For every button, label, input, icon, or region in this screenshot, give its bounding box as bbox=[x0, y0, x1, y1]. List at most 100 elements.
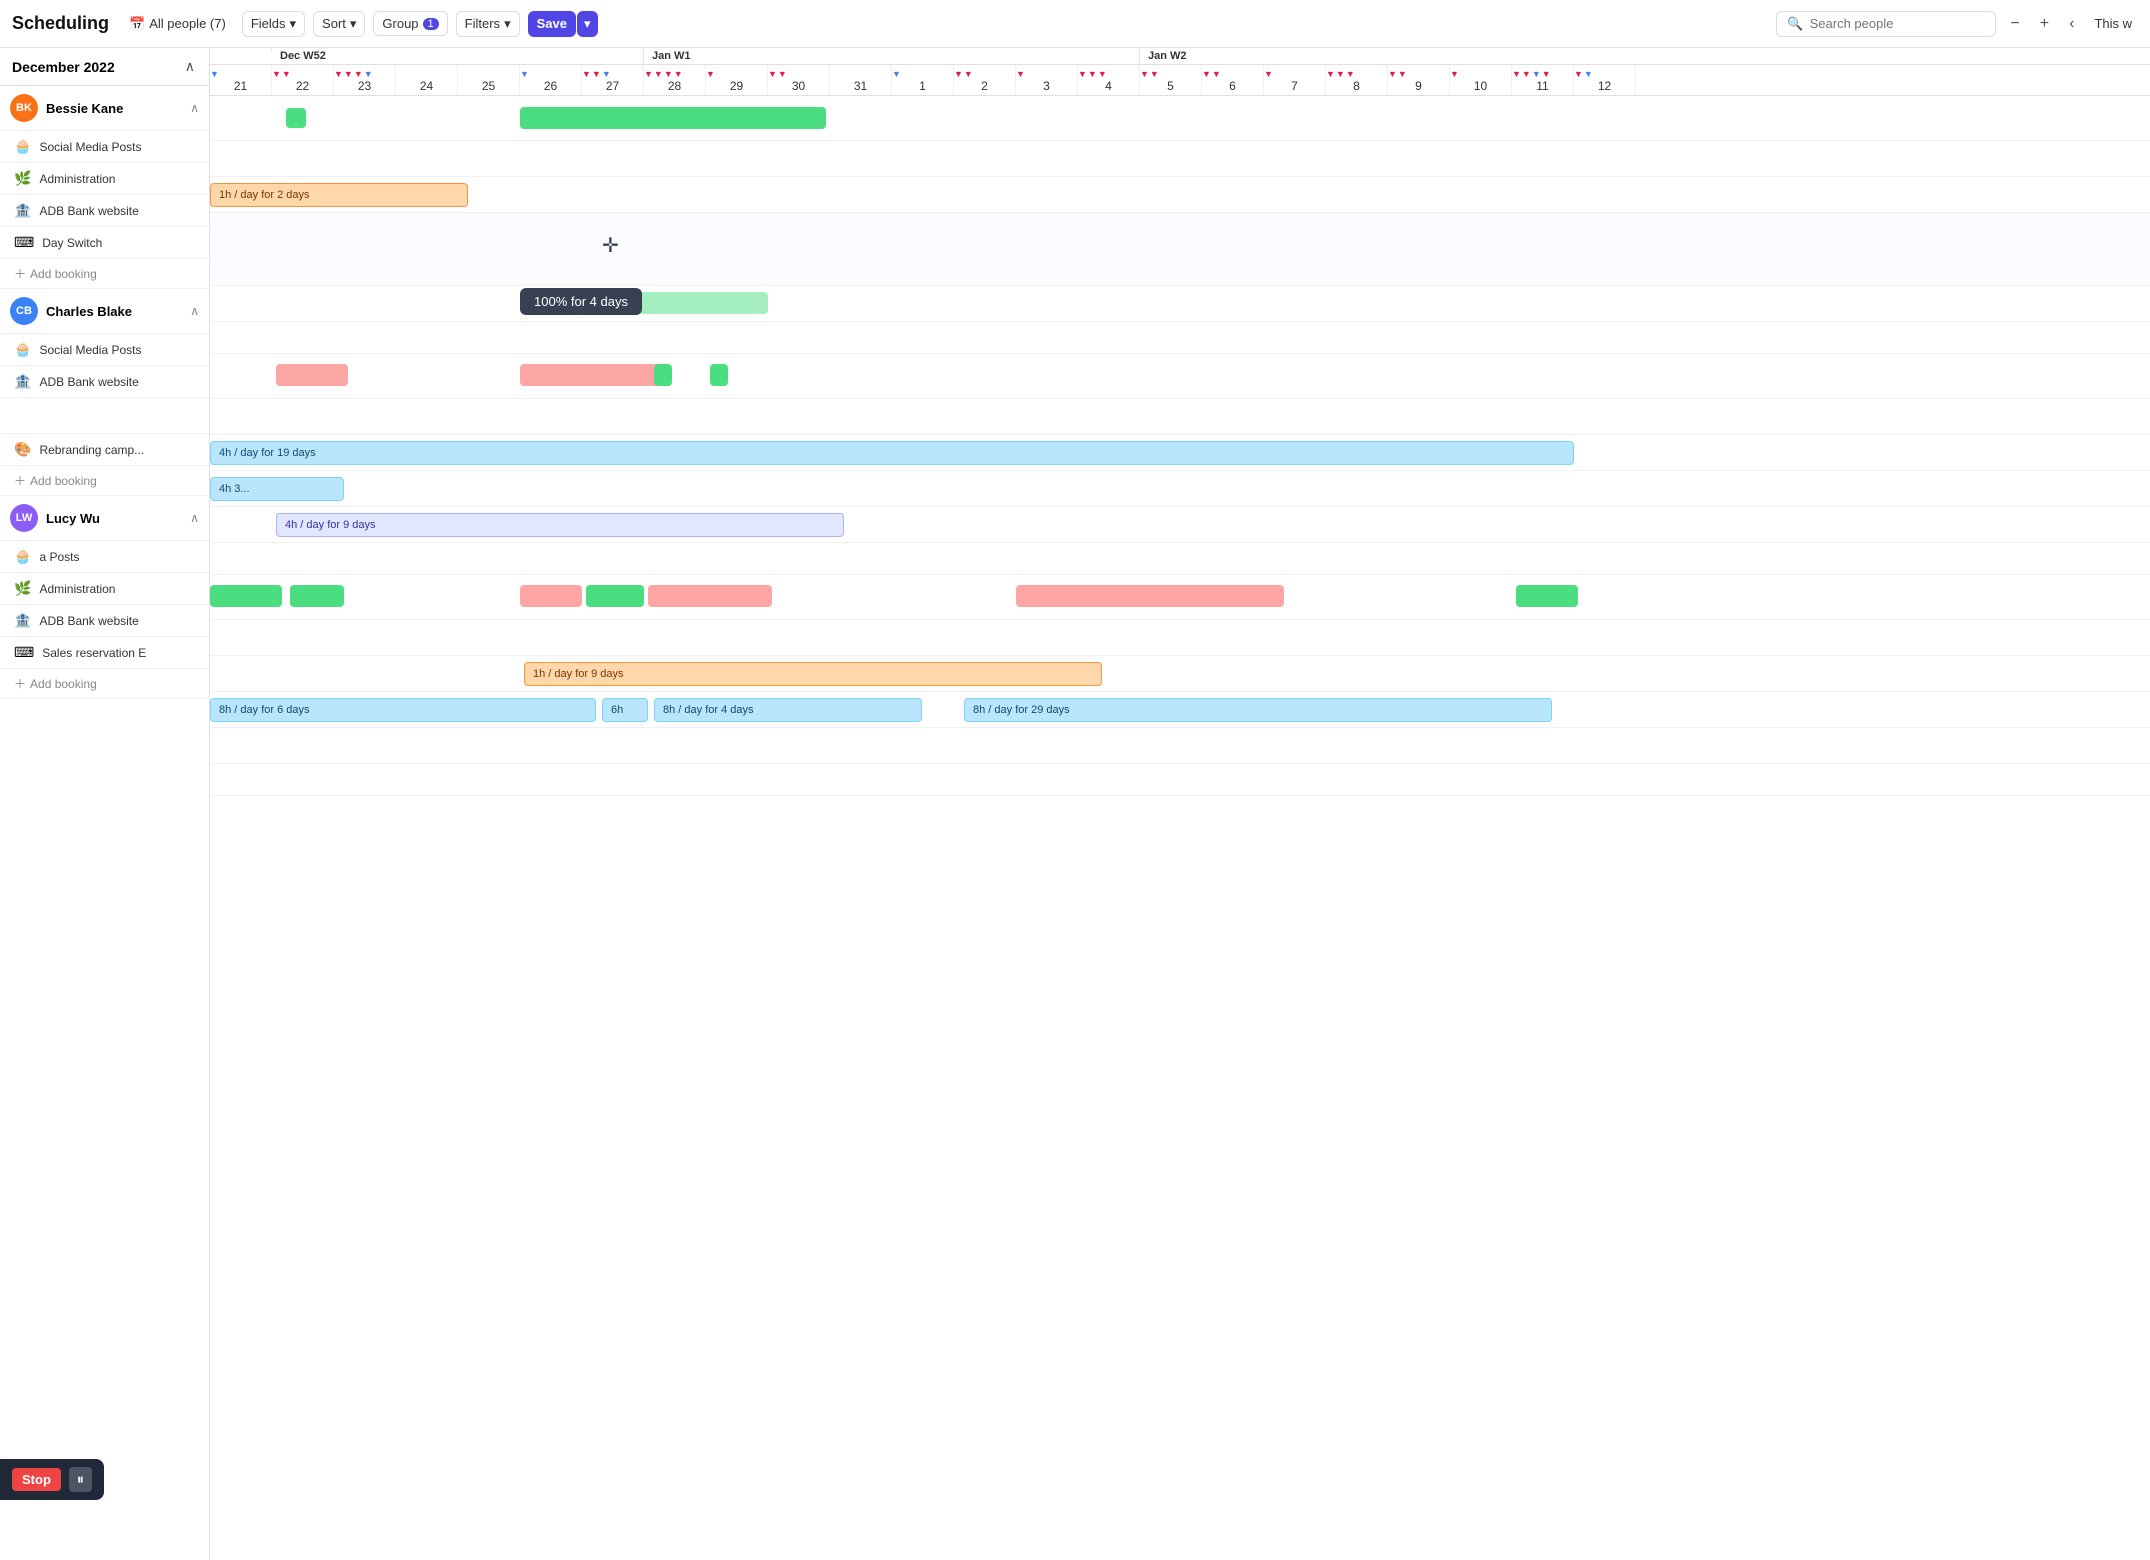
day-cell-9: ▼▼9 bbox=[1388, 65, 1450, 95]
chevron-down-icon: ▾ bbox=[504, 16, 511, 32]
booking-label: 8h / day for 4 days bbox=[663, 704, 754, 716]
task-emoji: 🧁 bbox=[14, 548, 31, 565]
task-name: ADB Bank website bbox=[39, 375, 199, 389]
calendar-view-button[interactable]: 📅 All people (7) bbox=[121, 12, 234, 36]
save-button[interactable]: Save bbox=[528, 11, 576, 37]
person-row-charles[interactable]: CB Charles Blake ∧ bbox=[0, 289, 209, 334]
day-cell-21: ▼21 bbox=[210, 65, 272, 95]
booking-bar-bessie-admin[interactable]: 1h / day for 2 days bbox=[210, 183, 468, 207]
search-icon: 🔍 bbox=[1787, 16, 1803, 32]
booking-label: 6h bbox=[611, 704, 623, 716]
task-name-rebranding: Rebranding camp... bbox=[39, 443, 199, 457]
task-name: Social Media Posts bbox=[39, 343, 199, 357]
booking-bar-lucy-pink3[interactable] bbox=[1016, 585, 1284, 607]
day-cell-11: ▼▼▼▼11 bbox=[1512, 65, 1574, 95]
task-emoji: ⌨ bbox=[14, 234, 34, 251]
lucy-adb-cells: 8h / day for 6 days 6h 8h / day for 4 da… bbox=[210, 692, 2150, 727]
pause-button[interactable]: ⏸ bbox=[69, 1467, 92, 1492]
avatar-charles: CB bbox=[10, 297, 38, 325]
save-dropdown-button[interactable]: ▾ bbox=[577, 11, 598, 37]
booking-bar-charles-green1[interactable] bbox=[654, 364, 672, 386]
booking-bar-lucy-adb1[interactable]: 8h / day for 6 days bbox=[210, 698, 596, 722]
month-label: December 2022 bbox=[12, 59, 115, 75]
tl-row-bessie-dayswitch: 100% for 4 days bbox=[210, 286, 2150, 322]
booking-bar-charles-pink1[interactable] bbox=[276, 364, 348, 386]
person-name-lucy: Lucy Wu bbox=[46, 511, 182, 526]
add-booking-lucy[interactable]: ＋ Add booking bbox=[0, 669, 209, 699]
booking-bar-lucy-adb3[interactable]: 8h / day for 4 days bbox=[654, 698, 922, 722]
filters-button[interactable]: Filters ▾ bbox=[456, 11, 520, 37]
task-name-administration: Administration bbox=[39, 172, 199, 186]
charles-adb2-cells: 4h 3... bbox=[210, 471, 2150, 506]
booking-bar-charles-adb[interactable]: 4h / day for 19 days bbox=[210, 441, 1574, 465]
booking-bar-bessie-green1[interactable] bbox=[286, 108, 306, 128]
task-row-charles-rebrand: 🎨 Rebranding camp... bbox=[0, 434, 209, 466]
bessie-social-cells bbox=[210, 141, 2150, 176]
day-cell-4: ▼▼▼4 bbox=[1078, 65, 1140, 95]
week-label-w52: Dec W52 bbox=[272, 48, 644, 64]
booking-bar-lucy-pink2[interactable] bbox=[648, 585, 772, 607]
tl-row-bessie-admin: 1h / day for 2 days bbox=[210, 177, 2150, 213]
plus-icon: ＋ bbox=[14, 265, 26, 282]
booking-bar-lucy-adb2[interactable]: 6h bbox=[602, 698, 648, 722]
add-booking-bessie[interactable]: ＋ Add booking bbox=[0, 259, 209, 289]
search-input[interactable] bbox=[1810, 16, 1970, 31]
add-booking-label: Add booking bbox=[30, 677, 97, 691]
stop-button[interactable]: Stop bbox=[12, 1468, 61, 1491]
booking-bar-lucy-green2[interactable] bbox=[290, 585, 344, 607]
task-emoji: 🏦 bbox=[14, 202, 31, 219]
booking-bar-lucy-green1[interactable] bbox=[210, 585, 282, 607]
booking-bar-charles-pink2[interactable] bbox=[520, 364, 664, 386]
month-header: December 2022 ∧ bbox=[0, 48, 209, 86]
zoom-in-button[interactable]: + bbox=[2034, 11, 2055, 37]
collapse-lucy-button[interactable]: ∧ bbox=[190, 511, 199, 525]
task-row-bessie-adb: 🏦 ADB Bank website bbox=[0, 195, 209, 227]
sort-button[interactable]: Sort ▾ bbox=[313, 11, 365, 37]
bessie-add-cells bbox=[210, 322, 2150, 353]
task-row-lucy-sales: ⌨ Sales reservation E bbox=[0, 637, 209, 669]
booking-bar-charles-green2[interactable] bbox=[710, 364, 728, 386]
zoom-out-button[interactable]: − bbox=[2004, 11, 2025, 37]
booking-bar-lucy-pink1[interactable] bbox=[520, 585, 582, 607]
booking-label: 8h / day for 6 days bbox=[219, 704, 310, 716]
bessie-adb-cells: ✛ bbox=[210, 213, 2150, 285]
group-button[interactable]: Group 1 bbox=[373, 11, 447, 36]
booking-bar-lucy-admin[interactable]: 1h / day for 9 days bbox=[524, 662, 1102, 686]
bessie-dayswitch-cells: 100% for 4 days bbox=[210, 286, 2150, 321]
prev-button[interactable]: ‹ bbox=[2063, 11, 2080, 37]
task-emoji: 🏦 bbox=[14, 373, 31, 390]
booking-bar-charles-rebrand[interactable]: 4h / day for 9 days bbox=[276, 513, 844, 537]
booking-bar-lucy-green4[interactable] bbox=[1516, 585, 1578, 607]
day-cell-7: ▼7 bbox=[1264, 65, 1326, 95]
plus-icon: ＋ bbox=[14, 472, 26, 489]
add-booking-charles[interactable]: ＋ Add booking bbox=[0, 466, 209, 496]
task-name-dayswitch: Day Switch bbox=[42, 236, 199, 250]
timeline-inner: Dec W52 Jan W1 Jan W2 ▼21 ▼▼22 bbox=[210, 48, 2150, 796]
this-week-button[interactable]: This w bbox=[2088, 12, 2138, 35]
task-name: Social Media Posts bbox=[39, 140, 199, 154]
add-cursor: ✛ bbox=[602, 233, 619, 258]
task-row-lucy-admin: 🌿 Administration bbox=[0, 573, 209, 605]
week-header: Dec W52 Jan W1 Jan W2 ▼21 ▼▼22 bbox=[210, 48, 2150, 96]
tl-row-charles-adb2: 4h 3... bbox=[210, 471, 2150, 507]
booking-bar-lucy-green3[interactable] bbox=[586, 585, 644, 607]
tl-row-lucy-social bbox=[210, 620, 2150, 656]
person-row-bessie[interactable]: BK Bessie Kane ∧ bbox=[0, 86, 209, 131]
person-row-lucy[interactable]: LW Lucy Wu ∧ bbox=[0, 496, 209, 541]
left-panel: December 2022 ∧ BK Bessie Kane ∧ 🧁 Socia… bbox=[0, 48, 210, 1560]
charles-social-cells bbox=[210, 399, 2150, 434]
collapse-charles-button[interactable]: ∧ bbox=[190, 304, 199, 318]
booking-bar-lucy-adb4[interactable]: 8h / day for 29 days bbox=[964, 698, 1552, 722]
booking-bar-bessie-green2[interactable] bbox=[520, 107, 826, 129]
search-box[interactable]: 🔍 bbox=[1776, 11, 1996, 37]
booking-bar-charles-adb2[interactable]: 4h 3... bbox=[210, 477, 344, 501]
fields-button[interactable]: Fields ▾ bbox=[242, 11, 305, 37]
charles-cells bbox=[210, 354, 2150, 398]
task-row-bessie-admin: 🌿 Administration bbox=[0, 163, 209, 195]
week-label-w1: Jan W1 bbox=[644, 48, 1140, 64]
collapse-all-button[interactable]: ∧ bbox=[183, 56, 197, 77]
day-cell-5: ▼▼5 bbox=[1140, 65, 1202, 95]
tl-row-charles-social bbox=[210, 399, 2150, 435]
tl-row-charles-adb: 4h / day for 19 days bbox=[210, 435, 2150, 471]
collapse-bessie-button[interactable]: ∧ bbox=[190, 101, 199, 115]
